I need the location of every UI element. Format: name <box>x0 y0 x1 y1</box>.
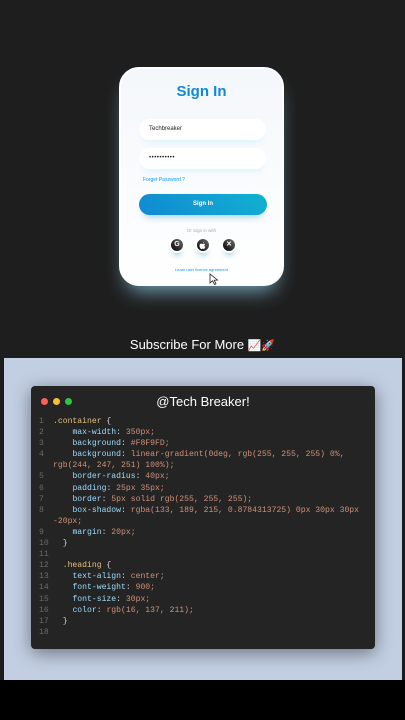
line-text <box>53 627 365 638</box>
line-text: .container { <box>53 417 112 426</box>
google-icon[interactable]: G <box>169 237 185 253</box>
line-number: 15 <box>39 594 49 604</box>
line-number: 1 <box>39 417 44 426</box>
line-text: } <box>53 616 68 626</box>
line-number: 4 <box>39 450 44 460</box>
line-number: 14 <box>39 583 49 593</box>
line-text: background: linear-gradient(0deg, rgb(25… <box>53 450 350 471</box>
code-line: 3 background: #F8F9FD; <box>31 438 375 449</box>
line-text: .heading { <box>62 561 112 571</box>
editor-titlebar: @Tech Breaker! <box>31 386 375 416</box>
code-line: 2 max-width: 350px; <box>31 427 375 438</box>
line-text: box-shadow: rgba(133, 189, 215, 0.878431… <box>53 505 364 526</box>
line-number: 11 <box>39 550 49 560</box>
line-text: max-width: 350px; <box>72 428 156 438</box>
line-number: 2 <box>39 428 44 438</box>
code-editor-window: @Tech Breaker! 1 .container {2 max-width:… <box>31 386 375 649</box>
line-text: } <box>53 539 68 549</box>
line-text <box>53 549 365 560</box>
code-line: 14 font-weight: 900; <box>31 582 375 593</box>
forgot-password-link[interactable]: Forget Password ? <box>143 177 185 183</box>
line-text: border-radius: 40px; <box>72 472 170 482</box>
password-field[interactable]: •••••••••• <box>139 148 266 169</box>
code-line: 15 font-size: 30px; <box>31 594 375 605</box>
code-line: 5 border-radius: 40px; <box>31 471 375 482</box>
mouse-cursor-icon <box>209 273 219 285</box>
subscribe-emoji: 📈🚀 <box>247 340 276 352</box>
code-line: 1 .container { <box>31 416 375 427</box>
or-signin-with-text: Or Sign in with <box>186 228 217 233</box>
code-line: 6 padding: 25px 35px; <box>31 483 375 494</box>
line-text: border: 5px solid rgb(255, 255, 255); <box>72 494 253 504</box>
code-line: 13 text-align: center; <box>31 571 375 582</box>
signin-card: Sign In Techbreaker •••••••••• Forget Pa… <box>119 67 284 286</box>
x-icon[interactable]: ✕ <box>221 237 237 253</box>
code-line: 8 box-shadow: rgba(133, 189, 215, 0.8784… <box>31 505 375 527</box>
line-number: 6 <box>39 483 44 493</box>
license-agreement-link[interactable]: Learn user licence agreement <box>121 267 282 272</box>
line-text: background: #F8F9FD; <box>72 439 170 449</box>
code-line: 10 } <box>31 538 375 549</box>
code-line: 17 } <box>31 616 375 627</box>
line-number: 7 <box>39 494 44 504</box>
line-number: 3 <box>39 439 44 449</box>
line-text: font-size: 30px; <box>72 594 151 604</box>
subscribe-text: Subscribe For More <box>129 337 245 352</box>
line-text: font-weight: 900; <box>72 583 156 593</box>
video-bottom-bar <box>0 680 405 720</box>
line-number: 16 <box>39 605 49 615</box>
line-text: margin: 20px; <box>72 527 136 537</box>
subscribe-caption: Subscribe For More 📈🚀 <box>0 337 405 352</box>
line-number: 5 <box>39 472 44 482</box>
apple-icon[interactable] <box>195 237 211 253</box>
code-line: 11 <box>31 549 375 560</box>
code-line: 7 border: 5px solid rgb(255, 255, 255); <box>31 494 375 505</box>
code-line: 12 .heading { <box>31 560 375 571</box>
code-line: 9 margin: 20px; <box>31 527 375 538</box>
line-text: padding: 25px 35px; <box>72 483 165 493</box>
line-text: text-align: center; <box>72 572 165 582</box>
line-number: 18 <box>39 627 49 637</box>
line-number: 9 <box>39 527 44 537</box>
page-title: Sign In <box>176 83 227 100</box>
line-number: 8 <box>39 505 44 515</box>
code-line: 16 color: rgb(16, 137, 211); <box>31 605 375 616</box>
line-number: 13 <box>39 572 49 582</box>
signin-button[interactable]: Sign In <box>139 194 267 215</box>
code-block: 1 .container {2 max-width: 350px; 3 backgr… <box>31 416 375 638</box>
code-line: 18 <box>31 627 375 638</box>
code-line: 4 background: linear-gradient(0deg, rgb(… <box>31 449 375 471</box>
username-field[interactable]: Techbreaker <box>139 119 266 140</box>
line-number: 12 <box>39 561 49 571</box>
line-number: 17 <box>39 616 49 626</box>
line-text: color: rgb(16, 137, 211); <box>72 605 194 615</box>
line-number: 10 <box>39 539 49 549</box>
editor-title: @Tech Breaker! <box>156 394 250 409</box>
